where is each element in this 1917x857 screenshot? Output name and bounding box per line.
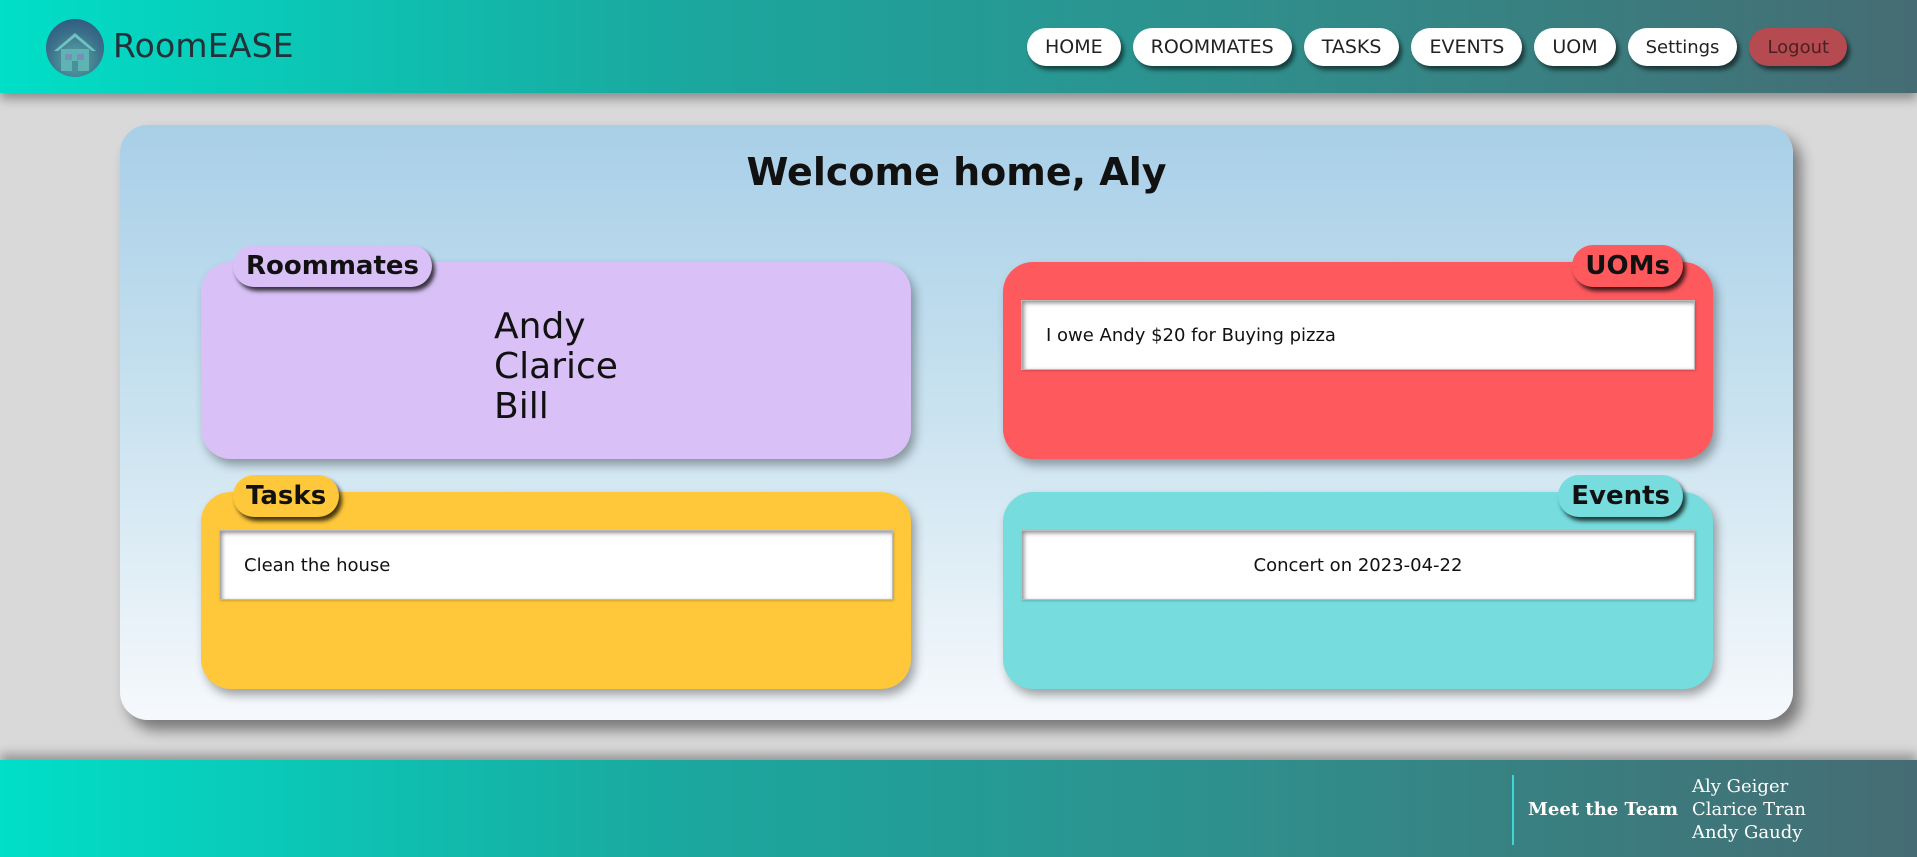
main-nav: HOME ROOMMATES TASKS EVENTS UOM Settings… (1027, 28, 1848, 66)
nav-uom-button[interactable]: UOM (1534, 28, 1616, 66)
roommate-name: Bill (494, 386, 549, 427)
roommate-list: Andy Clarice Bill (494, 307, 618, 427)
task-item[interactable]: Clean the house (219, 530, 893, 600)
footer-divider (1512, 775, 1514, 845)
roommate-name: Andy (494, 306, 586, 347)
nav-roommates-button[interactable]: ROOMMATES (1132, 28, 1292, 66)
team-list: Aly Geiger Clarice Tran Andy Gaudy (1692, 775, 1806, 844)
team-member: Aly Geiger (1692, 776, 1789, 797)
event-item[interactable]: Concert on 2023-04-22 (1021, 530, 1695, 600)
logout-button[interactable]: Logout (1749, 28, 1848, 66)
tasks-panel: Tasks Clean the house (201, 475, 911, 689)
welcome-heading: Welcome home, Aly (746, 150, 1167, 194)
roommates-panel: Roommates Andy Clarice Bill (201, 245, 911, 459)
uoms-panel: UOMs I owe Andy $20 for Buying pizza (1003, 245, 1713, 459)
nav-events-button[interactable]: EVENTS (1411, 28, 1523, 66)
team-member: Andy Gaudy (1692, 822, 1803, 843)
nav-home-button[interactable]: HOME (1027, 28, 1121, 66)
brand-name[interactable]: RoomEASE (113, 26, 294, 65)
footer-bar: Meet the Team Aly Geiger Clarice Tran An… (0, 760, 1917, 857)
nav-settings-button[interactable]: Settings (1627, 28, 1738, 66)
house-logo-icon[interactable] (46, 19, 104, 77)
roommate-name: Clarice (494, 346, 618, 387)
events-title: Events (1558, 475, 1683, 517)
nav-tasks-button[interactable]: TASKS (1303, 28, 1400, 66)
header-bar: RoomEASE HOME ROOMMATES TASKS EVENTS UOM… (0, 0, 1917, 93)
dashboard-card: Welcome home, Aly Roommates Andy Clarice… (120, 125, 1793, 720)
events-panel: Events Concert on 2023-04-22 (1003, 475, 1713, 689)
team-member: Clarice Tran (1692, 799, 1807, 820)
tasks-title: Tasks (233, 475, 340, 517)
roommates-title: Roommates (233, 245, 433, 287)
uoms-title: UOMs (1572, 245, 1683, 287)
uom-item[interactable]: I owe Andy $20 for Buying pizza (1021, 300, 1695, 370)
meet-the-team-label: Meet the Team (1528, 799, 1679, 820)
